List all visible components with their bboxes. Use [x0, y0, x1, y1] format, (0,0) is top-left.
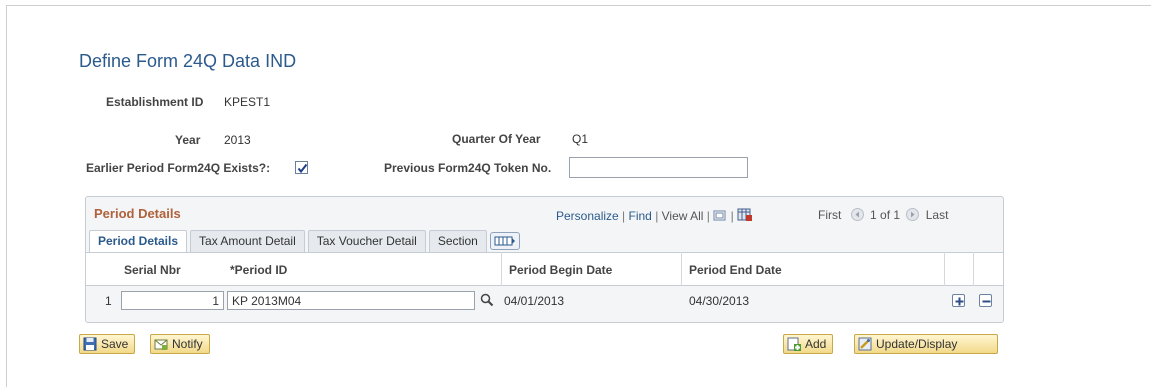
- grid-tabs: Period Details Tax Amount Detail Tax Vou…: [89, 230, 520, 252]
- view-all-link[interactable]: View All: [662, 209, 704, 223]
- year-value: 2013: [224, 133, 251, 147]
- column-header-period-end-date: Period End Date: [689, 263, 782, 277]
- tab-section[interactable]: Section: [428, 230, 487, 252]
- zoom-grid-icon[interactable]: [713, 209, 727, 225]
- previous-token-input[interactable]: [569, 157, 748, 178]
- add-row-button[interactable]: [952, 294, 965, 307]
- quarter-of-year-value: Q1: [572, 132, 589, 146]
- quarter-of-year-label: Quarter Of Year: [452, 132, 541, 146]
- next-arrow-icon[interactable]: [906, 208, 920, 224]
- table-row: 1 1 KP 2013M04 04/01/2013 04/30/2013: [86, 286, 1003, 315]
- add-page-icon: [787, 337, 801, 351]
- period-details-grid: Period Details Personalize | Find | View…: [85, 196, 1004, 323]
- grid-pagination: First 1 of 1 Last: [818, 208, 948, 224]
- previous-arrow-icon[interactable]: [850, 208, 864, 224]
- row-number: 1: [105, 294, 112, 308]
- add-label: Add: [805, 337, 827, 351]
- grid-header-row: Serial Nbr *Period ID Period Begin Date …: [86, 252, 1003, 286]
- save-disk-icon: [83, 337, 97, 351]
- column-header-serial-nbr: Serial Nbr: [124, 263, 181, 277]
- update-display-label: Update/Display: [876, 337, 958, 351]
- checkmark-icon: [297, 163, 308, 174]
- page-title: Define Form 24Q Data IND: [79, 51, 297, 71]
- tab-tax-voucher-detail[interactable]: Tax Voucher Detail: [307, 230, 426, 252]
- tab-tax-amount-detail[interactable]: Tax Amount Detail: [190, 230, 305, 252]
- previous-token-label: Previous Form24Q Token No.: [384, 161, 552, 175]
- establishment-id-value: KPEST1: [224, 95, 271, 109]
- column-header-period-id: *Period ID: [230, 263, 288, 277]
- period-end-date: 04/30/2013: [689, 294, 750, 308]
- download-excel-icon[interactable]: [737, 208, 753, 225]
- update-display-button[interactable]: Update/Display: [854, 334, 998, 354]
- earlier-period-checkbox[interactable]: [295, 161, 308, 174]
- grid-title: Period Details: [94, 206, 181, 221]
- find-link[interactable]: Find: [629, 209, 652, 223]
- show-all-columns-icon[interactable]: [489, 232, 520, 250]
- last-label: Last: [925, 208, 949, 222]
- save-label: Save: [101, 337, 129, 351]
- search-lookup-icon[interactable]: [480, 293, 494, 310]
- column-header-period-begin-date: Period Begin Date: [509, 263, 613, 277]
- save-button[interactable]: Save: [79, 334, 136, 354]
- period-id-input[interactable]: KP 2013M04: [227, 291, 475, 310]
- plus-icon: [955, 297, 964, 306]
- notify-button[interactable]: Notify: [150, 334, 210, 354]
- year-label: Year: [175, 133, 201, 147]
- notify-envelope-icon: [154, 337, 168, 351]
- tab-period-details[interactable]: Period Details: [89, 230, 188, 252]
- minus-icon: [982, 300, 991, 303]
- delete-row-button[interactable]: [979, 294, 992, 307]
- notify-label: Notify: [172, 337, 203, 351]
- first-label: First: [818, 208, 842, 222]
- period-begin-date: 04/01/2013: [504, 294, 565, 308]
- establishment-id-label: Establishment ID: [106, 95, 204, 109]
- page-info: 1 of 1: [870, 208, 901, 222]
- add-button[interactable]: Add: [783, 334, 834, 354]
- grid-navigation: Personalize | Find | View All | |: [556, 208, 753, 225]
- personalize-link[interactable]: Personalize: [556, 209, 619, 223]
- serial-nbr-input[interactable]: 1: [121, 291, 224, 310]
- earlier-period-label: Earlier Period Form24Q Exists?:: [86, 161, 271, 175]
- update-display-icon: [858, 337, 872, 351]
